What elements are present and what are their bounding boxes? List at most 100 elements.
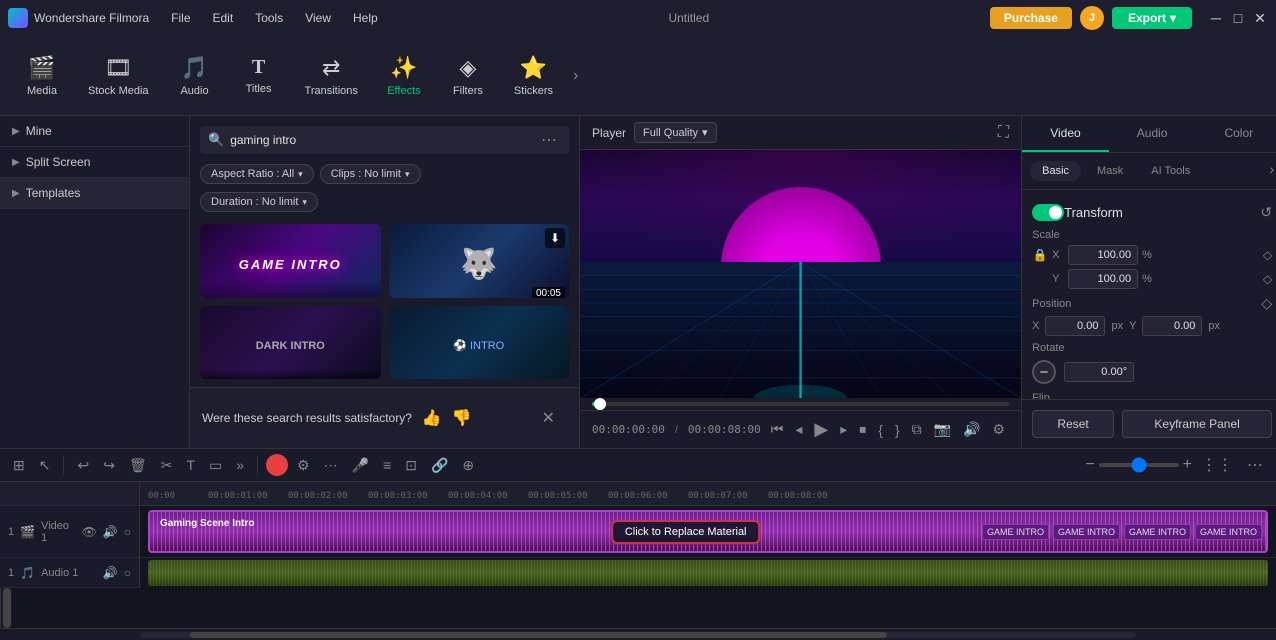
frame-back-button[interactable]: ◂ [791, 419, 806, 440]
toolbar-filters[interactable]: ◈ Filters [438, 49, 498, 103]
audio-lock-icon[interactable]: 🎵 [20, 566, 35, 580]
tl-text-button[interactable]: T [181, 455, 200, 475]
clips-filter[interactable]: Clips : No limit ▾ [320, 164, 421, 184]
close-button[interactable]: ✕ [1252, 10, 1268, 26]
sub-tab-basic[interactable]: Basic [1030, 161, 1081, 181]
sub-tabs-more-icon[interactable]: › [1269, 161, 1274, 181]
position-y-input[interactable] [1142, 316, 1202, 336]
thumbs-down-button[interactable]: 👎 [452, 408, 472, 428]
audio-hide-icon[interactable]: ○ [124, 566, 131, 580]
play-button[interactable]: ▶ [810, 417, 832, 442]
sidebar-item-mine[interactable]: ▶ Mine [0, 116, 189, 147]
mark-out-button[interactable]: } [891, 420, 904, 440]
audio-track-number[interactable]: 1 [8, 567, 14, 579]
video-vol-icon[interactable]: 🔊 [103, 525, 118, 539]
toolbar-stock-media[interactable]: 🎞 Stock Media [76, 49, 161, 103]
frame-forward-button[interactable]: ▸ [836, 419, 851, 440]
scale-y-reset-icon[interactable]: ◇ [1263, 272, 1272, 286]
sidebar-item-split-screen[interactable]: ▶ Split Screen [0, 147, 189, 178]
quality-select[interactable]: Full Quality ▾ [634, 122, 717, 143]
video-track-number[interactable]: 1 [8, 526, 14, 538]
rotate-input[interactable]: 0.00° [1064, 362, 1134, 382]
clip-split-button[interactable]: ⧉ [908, 419, 926, 440]
sub-tab-ai-tools[interactable]: AI Tools [1139, 161, 1202, 181]
tl-undo-button[interactable]: ↩ [72, 455, 94, 476]
user-avatar[interactable]: J [1080, 6, 1104, 30]
menu-tools[interactable]: Tools [245, 7, 293, 29]
tl-zoom-out-button[interactable]: − [1085, 456, 1094, 474]
sidebar-item-templates[interactable]: ▶ Templates [0, 178, 189, 209]
tl-redo-button[interactable]: ↪ [98, 455, 120, 476]
duration-filter[interactable]: Duration : No limit ▾ [200, 192, 318, 212]
tl-select-button[interactable]: ↖ [34, 455, 56, 476]
vertical-scrollbar[interactable] [0, 588, 12, 628]
tl-record-button[interactable] [266, 454, 288, 476]
tl-delete-button[interactable]: 🗑 [124, 455, 152, 476]
tl-options-button[interactable]: ⋯ [1242, 453, 1268, 477]
transform-reset-icon[interactable]: ↺ [1260, 204, 1272, 221]
video-hide-icon[interactable]: ○ [124, 525, 131, 539]
purchase-button[interactable]: Purchase [990, 7, 1072, 29]
scale-x-input[interactable]: 100.00 [1068, 245, 1138, 265]
export-button[interactable]: Export ▾ [1112, 7, 1192, 29]
volume-button[interactable]: 🔊 [959, 419, 984, 440]
template-item-2[interactable]: 🐺 00:05 ⬇ Flash Game Logo Reveal [389, 224, 570, 298]
template-item-4[interactable]: ⚽ INTRO [389, 306, 570, 380]
scale-lock-icon[interactable]: 🔒 [1032, 247, 1048, 263]
audio-clip[interactable] [148, 560, 1268, 586]
toolbar-media[interactable]: 🎬 Media [12, 49, 72, 103]
tl-cut-button[interactable]: ✂ [156, 455, 178, 476]
position-reset-icon[interactable]: ◇ [1261, 295, 1272, 312]
satisfaction-close-button[interactable]: ✕ [530, 398, 567, 438]
toolbar-titles[interactable]: T Titles [229, 50, 289, 101]
stop-button[interactable]: ⏹ [855, 419, 870, 440]
rotate-dial[interactable] [1032, 360, 1056, 384]
template-download-icon[interactable]: ⬇ [545, 228, 565, 248]
settings-button[interactable]: ⚙ [989, 419, 1010, 440]
tl-link-button[interactable]: 🔗 [426, 455, 453, 476]
position-x-input[interactable] [1045, 316, 1105, 336]
aspect-ratio-filter[interactable]: Aspect Ratio : All ▾ [200, 164, 314, 184]
template-item-3[interactable]: DARK INTRO [200, 306, 381, 380]
fullscreen-button[interactable]: ⛶ [998, 124, 1009, 142]
export-dropdown-icon[interactable]: ▾ [1170, 11, 1176, 25]
tl-mic-button[interactable]: 🎤 [347, 455, 374, 476]
template-item-1[interactable]: GAME INTRO Gaming Scene Intro [200, 224, 381, 298]
maximize-button[interactable]: □ [1230, 10, 1246, 26]
search-input[interactable] [230, 133, 531, 147]
toolbar-effects[interactable]: ✨ Effects [374, 49, 434, 103]
tl-multicam-button[interactable]: ⊡ [400, 455, 422, 476]
menu-view[interactable]: View [295, 7, 341, 29]
video-lock-icon[interactable]: 🎬 [20, 525, 35, 539]
tl-grid-button[interactable]: ⋮⋮ [1196, 453, 1238, 477]
tl-zoom-slider[interactable] [1099, 463, 1179, 467]
search-more-icon[interactable]: ⋯ [537, 130, 561, 150]
scrollbar-thumb[interactable] [3, 588, 11, 628]
horizontal-scrollbar[interactable] [140, 632, 1136, 638]
video-clip[interactable]: Gaming Scene Intro Click to Replace Mate… [148, 510, 1268, 553]
snapshot-button[interactable]: 📷 [930, 419, 955, 440]
tl-crop-button[interactable]: ▭ [204, 455, 227, 476]
skip-back-button[interactable]: ⏮ [767, 419, 788, 440]
timeline-thumb[interactable] [594, 398, 606, 410]
horizontal-scrollbar-thumb[interactable] [190, 632, 887, 638]
toolbar-expand-icon[interactable]: › [569, 63, 582, 89]
replace-material-overlay[interactable]: Click to Replace Material [611, 520, 761, 544]
thumbs-up-button[interactable]: 👍 [422, 408, 442, 428]
scale-y-input[interactable]: 100.00 [1068, 269, 1138, 289]
mark-in-button[interactable]: { [874, 420, 887, 440]
transform-toggle[interactable] [1032, 204, 1064, 221]
tl-speed-button[interactable]: » [231, 455, 249, 475]
toolbar-transitions[interactable]: ⇄ Transitions [293, 49, 370, 103]
keyframe-panel-button[interactable]: Keyframe Panel [1122, 410, 1272, 438]
video-eye-icon[interactable]: 👁 [82, 525, 97, 539]
tl-settings-button[interactable]: ⚙ [292, 455, 315, 476]
scale-x-reset-icon[interactable]: ◇ [1263, 248, 1272, 262]
tl-markers-button[interactable]: ⊕ [457, 455, 479, 476]
toolbar-audio[interactable]: 🎵 Audio [165, 49, 225, 103]
menu-help[interactable]: Help [343, 7, 388, 29]
tl-audio-mix-button[interactable]: ≡ [378, 455, 396, 475]
tl-layout-button[interactable]: ⊞ [8, 455, 30, 476]
menu-file[interactable]: File [161, 7, 200, 29]
tab-audio[interactable]: Audio [1109, 116, 1196, 152]
